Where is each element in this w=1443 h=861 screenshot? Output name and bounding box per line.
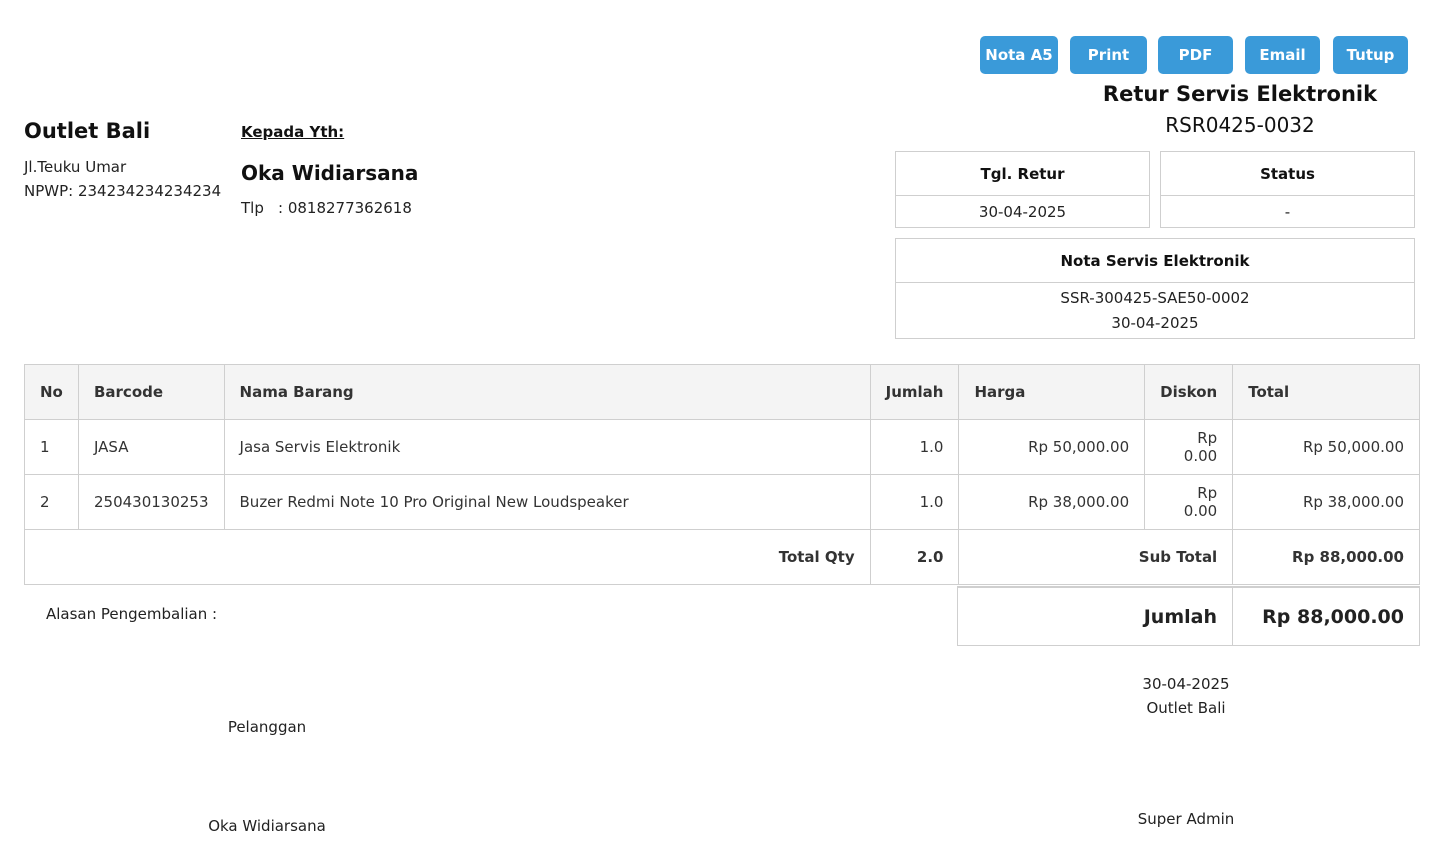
col-header-barcode: Barcode [77,364,225,420]
customer-phone-label: Tlp [241,199,264,217]
cell-total: Rp 38,000.00 [1232,474,1420,530]
cell-harga: Rp 50,000.00 [958,419,1146,475]
outlet-npwp: NPWP: 234234234234234 [24,182,222,200]
status-box: Status - [1160,151,1415,228]
cell-nama: Buzer Redmi Note 10 Pro Original New Lou… [223,474,871,530]
table-row: 1 JASA Jasa Servis Elektronik 1.0 Rp 50,… [24,419,1420,475]
jumlah-value: Rp 88,000.00 [1262,605,1404,628]
customer-heading: Kepada Yth: [241,123,345,141]
print-button[interactable]: Print [1070,36,1147,74]
tutup-button[interactable]: Tutup [1333,36,1408,74]
email-button[interactable]: Email [1245,36,1320,74]
total-qty-label: Total Qty [24,529,871,585]
status-value: - [1284,203,1291,221]
subtotal-label: Sub Total [958,529,1234,585]
cell-diskon: Rp 0.00 [1144,474,1234,530]
nota-servis-label: Nota Servis Elektronik [896,239,1414,283]
signature-outlet: Outlet Bali [1146,699,1226,717]
signature-customer-role: Pelanggan [227,718,307,736]
cell-jumlah: 1.0 [869,419,960,475]
col-header-no: No [24,364,79,420]
col-header-jumlah: Jumlah [869,364,960,420]
cell-harga: Rp 38,000.00 [958,474,1146,530]
jumlah-label: Jumlah [958,588,1233,645]
col-header-nama: Nama Barang [223,364,871,420]
cell-no: 1 [24,419,79,475]
outlet-name: Outlet Bali [24,119,151,143]
cell-barcode: 250430130253 [77,474,225,530]
col-header-total: Total [1232,364,1420,420]
signature-admin-name: Super Admin [1137,810,1235,828]
col-header-harga: Harga [958,364,1146,420]
cell-barcode: JASA [77,419,225,475]
totals-row: Total Qty 2.0 Sub Total Rp 88,000.00 [24,529,1420,585]
subtotal-value: Rp 88,000.00 [1232,529,1420,585]
nota-a5-button[interactable]: Nota A5 [980,36,1058,74]
tgl-retur-label: Tgl. Retur [896,152,1149,196]
nota-servis-box: Nota Servis Elektronik SSR-300425-SAE50-… [895,238,1415,339]
customer-name: Oka Widiarsana [241,161,419,185]
document-title: Retur Servis Elektronik [1102,82,1378,106]
total-qty-value: 2.0 [869,529,960,585]
table-header-row: No Barcode Nama Barang Jumlah Harga Disk… [24,364,1420,420]
cell-nama: Jasa Servis Elektronik [223,419,871,475]
cell-diskon: Rp 0.00 [1144,419,1234,475]
status-label: Status [1161,152,1414,196]
jumlah-summary: Jumlah Rp 88,000.00 [957,586,1420,646]
items-table: No Barcode Nama Barang Jumlah Harga Disk… [24,364,1420,585]
tgl-retur-box: Tgl. Retur 30-04-2025 [895,151,1150,228]
return-reason-label: Alasan Pengembalian : [46,605,218,623]
outlet-address: Jl.Teuku Umar [24,158,127,176]
tgl-retur-value: 30-04-2025 [978,203,1067,221]
nota-servis-date: 30-04-2025 [1111,314,1199,332]
document-number: RSR0425-0032 [1165,113,1315,137]
cell-total: Rp 50,000.00 [1232,419,1420,475]
cell-jumlah: 1.0 [869,474,960,530]
table-row: 2 250430130253 Buzer Redmi Note 10 Pro O… [24,474,1420,530]
customer-phone: : 0818277362618 [278,199,412,217]
pdf-button[interactable]: PDF [1158,36,1233,74]
cell-no: 2 [24,474,79,530]
signature-date: 30-04-2025 [1142,675,1230,693]
col-header-diskon: Diskon [1144,364,1234,420]
nota-servis-number: SSR-300425-SAE50-0002 [1060,289,1250,307]
signature-customer-name: Oka Widiarsana [208,817,326,835]
